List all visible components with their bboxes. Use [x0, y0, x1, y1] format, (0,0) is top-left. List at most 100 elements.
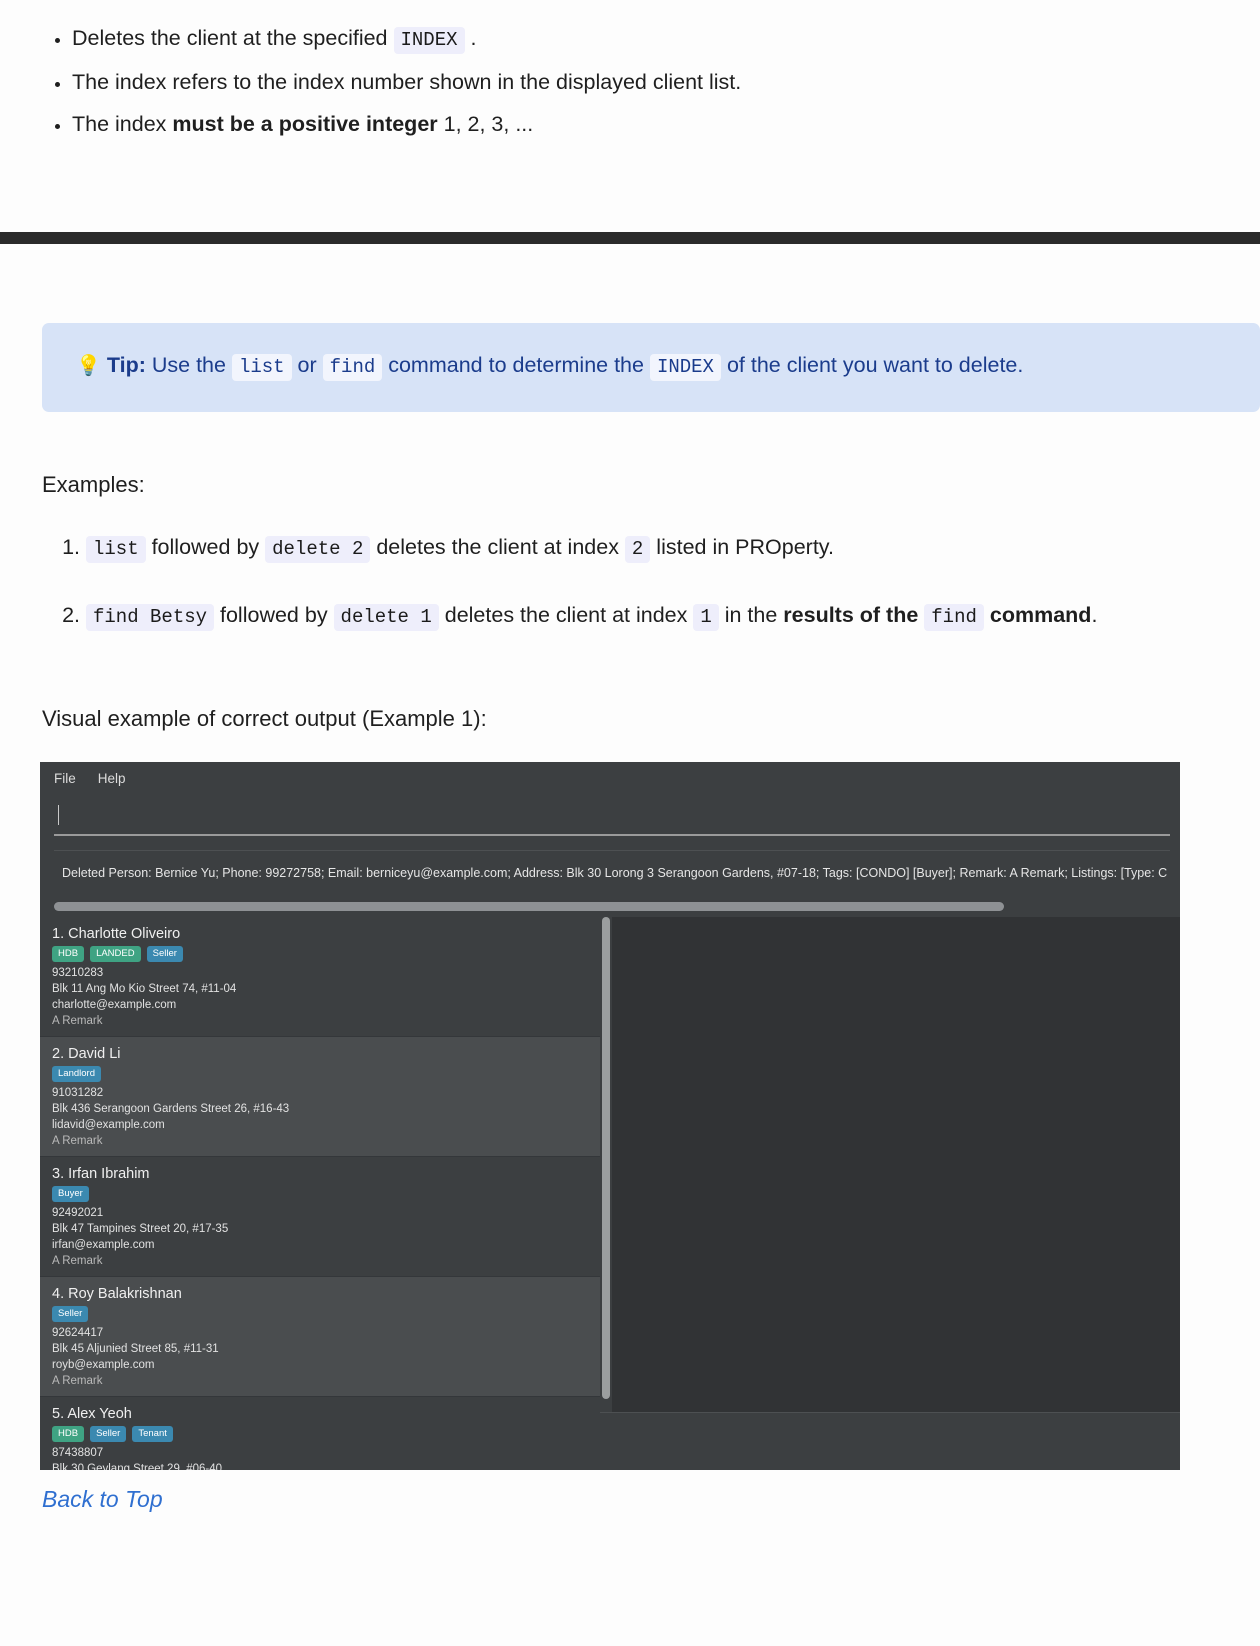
person-email: charlotte@example.com [52, 999, 177, 1011]
command-input[interactable] [54, 796, 1170, 836]
person-tags: Landlord [52, 1066, 600, 1082]
result-text: Deleted Person: Bernice Yu; Phone: 99272… [62, 865, 1168, 880]
list-item[interactable]: 1. Charlotte Oliveiro HDB LANDED Seller … [40, 917, 600, 1037]
page-root: Deletes the client at the specified INDE… [0, 0, 1260, 1512]
list-item[interactable]: 3. Irfan Ibrahim Buyer 92492021 Blk 47 T… [40, 1157, 600, 1277]
person-list-panel: 1. Charlotte Oliveiro HDB LANDED Seller … [40, 917, 600, 1470]
example2-strong-2: command [989, 603, 1092, 627]
example2-text-2: deletes the client at index [438, 603, 694, 627]
person-email: lidavid@example.com [52, 1119, 165, 1131]
horizontal-scrollbar[interactable] [54, 902, 1004, 911]
person-address: Blk 436 Serangoon Gardens Street 26, #16… [52, 1103, 290, 1115]
vertical-scrollbar-thumb[interactable] [602, 917, 610, 1399]
example1-text-1: followed by [145, 535, 266, 559]
list-item[interactable]: 4. Roy Balakrishnan Seller 92624417 Blk … [40, 1277, 600, 1397]
person-tags: Seller [52, 1306, 600, 1322]
section-divider [0, 232, 1260, 244]
example2-code-find-2: find [924, 604, 984, 631]
tag-badge: HDB [52, 1426, 85, 1442]
example2-code-delete: delete 1 [333, 604, 439, 631]
tag-badge: Tenant [132, 1426, 173, 1442]
person-name: 3. Irfan Ibrahim [52, 1166, 150, 1182]
tag-badge: Landlord [52, 1066, 101, 1082]
tip-segment-3: command to determine the [382, 353, 650, 377]
tag-badge: Seller [90, 1426, 127, 1442]
person-phone: 92624417 [52, 1327, 104, 1339]
tip-code-find: find [322, 354, 383, 381]
tag-badge: Seller [146, 946, 183, 962]
tip-callout: 💡 Tip: Use the list or find command to d… [42, 323, 1260, 412]
person-name: 1. Charlotte Oliveiro [52, 926, 181, 942]
tip-segment-1: Use the [145, 353, 232, 377]
bullet-text-tail: . [464, 26, 477, 50]
person-name: 5. Alex Yeoh [52, 1406, 132, 1422]
vertical-scrollbar[interactable] [600, 917, 612, 1412]
detail-panel [612, 917, 1180, 1412]
list-item[interactable]: 5. Alex Yeoh HDB Seller Tenant 87438807 … [40, 1397, 600, 1470]
list-item: find Betsy followed by delete 1 deletes … [86, 593, 1232, 639]
person-tags: HDB LANDED Seller [52, 946, 600, 962]
bullet-text: The index [72, 112, 173, 136]
back-to-top-link[interactable]: Back to Top [42, 1486, 163, 1513]
person-tags: HDB Seller Tenant [52, 1426, 600, 1442]
person-remark: A Remark [52, 1015, 103, 1027]
example1-code-delete: delete 2 [265, 536, 371, 563]
menu-item-help[interactable]: Help [98, 771, 126, 786]
tip-label: Tip: [106, 353, 146, 377]
tip-code-index: INDEX [649, 354, 721, 381]
tip-text: 💡 Tip: Use the list or find command to d… [76, 344, 1226, 388]
description-bullet-list: Deletes the client at the specified INDE… [0, 0, 1260, 144]
horizontal-scrollbar-thumb[interactable] [54, 902, 1004, 911]
person-phone: 93210283 [52, 967, 104, 979]
visual-example-heading: Visual example of correct output (Exampl… [42, 706, 487, 731]
person-phone: 91031282 [52, 1087, 104, 1099]
example2-text-4: . [1091, 603, 1098, 627]
example1-code-list: list [86, 536, 146, 563]
person-remark: A Remark [52, 1375, 103, 1387]
person-name: 2. David Li [52, 1046, 121, 1062]
list-item: The index must be a positive integer 1, … [72, 104, 1260, 144]
menu-item-file[interactable]: File [54, 771, 76, 786]
tip-segment-2: or [291, 353, 323, 377]
text-caret [58, 805, 59, 825]
bullet-strong: must be a positive integer [172, 112, 438, 136]
bullet-text-tail: 1, 2, 3, ... [437, 112, 534, 136]
examples-heading: Examples: [42, 472, 145, 497]
list-item: Deletes the client at the specified INDE… [72, 18, 1260, 60]
person-address: Blk 30 Geylang Street 29, #06-40 [52, 1463, 223, 1470]
examples-list: list followed by delete 2 deletes the cl… [42, 525, 1232, 661]
example2-code-find: find Betsy [86, 604, 215, 631]
list-item: The index refers to the index number sho… [72, 62, 1260, 102]
person-phone: 92492021 [52, 1207, 104, 1219]
tip-code-list: list [231, 354, 292, 381]
tag-badge: HDB [52, 946, 85, 962]
app-screenshot: File Help Deleted Person: Bernice Yu; Ph… [40, 762, 1180, 1470]
person-tags: Buyer [52, 1186, 600, 1202]
list-item[interactable]: 2. David Li Landlord 91031282 Blk 436 Se… [40, 1037, 600, 1157]
person-address: Blk 11 Ang Mo Kio Street 74, #11-04 [52, 983, 237, 995]
example1-text-3: listed in PROperty. [650, 535, 834, 559]
bullet-text: Deletes the client at the specified [72, 26, 394, 50]
bullet-text: The index refers to the index number sho… [72, 70, 742, 94]
person-remark: A Remark [52, 1255, 103, 1267]
example1-code-index: 2 [624, 536, 651, 563]
example2-strong-1: results of the [783, 603, 919, 627]
person-phone: 87438807 [52, 1447, 104, 1459]
person-email: royb@example.com [52, 1359, 155, 1371]
example2-code-index: 1 [693, 604, 719, 631]
result-display-box: Deleted Person: Bernice Yu; Phone: 99272… [54, 850, 1170, 894]
person-address: Blk 47 Tampines Street 20, #17-35 [52, 1223, 229, 1235]
tag-badge: Buyer [52, 1186, 89, 1202]
person-address: Blk 45 Aljunied Street 85, #11-31 [52, 1343, 219, 1355]
example2-text-3: in the [718, 603, 784, 627]
app-menu-bar: File Help [40, 762, 1180, 794]
app-body-panes: 1. Charlotte Oliveiro HDB LANDED Seller … [40, 917, 1180, 1470]
index-code-token: INDEX [393, 27, 465, 54]
tag-badge: Seller [52, 1306, 89, 1322]
person-name: 4. Roy Balakrishnan [52, 1286, 182, 1302]
list-item: list followed by delete 2 deletes the cl… [86, 525, 1232, 571]
example2-text-1: followed by [214, 603, 334, 627]
example1-text-2: deletes the client at index [370, 535, 625, 559]
tip-segment-4: of the client you want to delete. [720, 353, 1024, 377]
person-email: irfan@example.com [52, 1239, 155, 1251]
